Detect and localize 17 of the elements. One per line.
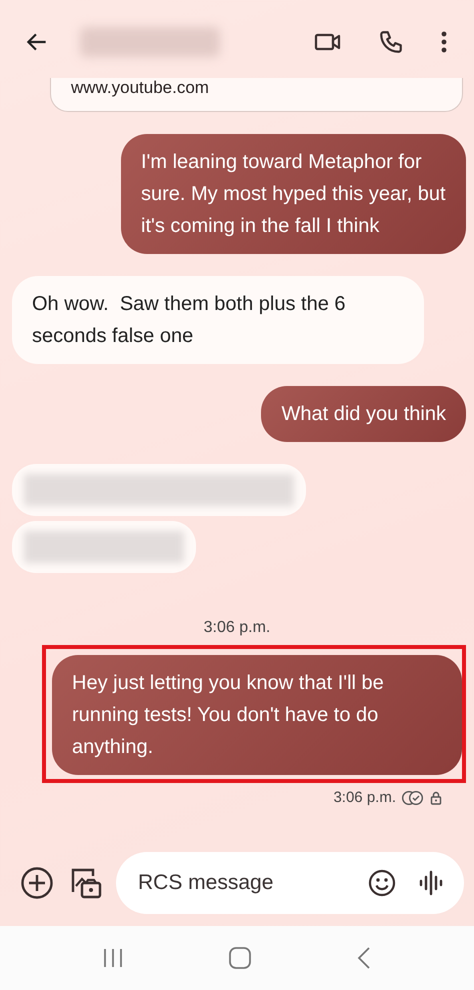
recent-apps-icon[interactable]	[102, 947, 124, 969]
link-url: www.youtube.com	[71, 78, 209, 98]
received-message: Oh wow. Saw them both plus the 6 seconds false one	[12, 276, 424, 364]
sent-message: I'm leaning toward Metaphor for sure. My most hyped this year, but it's coming in the fall I think	[121, 134, 466, 254]
back-icon[interactable]	[356, 946, 372, 970]
message-input-field[interactable]: RCS message	[116, 852, 464, 914]
sent-message: What did you think	[261, 386, 466, 442]
home-icon[interactable]	[228, 946, 252, 970]
link-preview-card[interactable]: www.youtube.com	[50, 78, 463, 112]
more-options-icon[interactable]	[440, 30, 448, 54]
timestamp: 3:06 p.m.	[202, 619, 272, 637]
message-time: 3:06 p.m.	[333, 789, 396, 806]
add-icon[interactable]	[20, 866, 54, 900]
emoji-icon[interactable]	[368, 869, 396, 897]
sent-message: Hey just letting you know that I'll be running tests! You don't have to do anything.	[52, 655, 462, 775]
voice-waveform-icon[interactable]	[418, 869, 444, 897]
phone-icon[interactable]	[378, 29, 404, 55]
